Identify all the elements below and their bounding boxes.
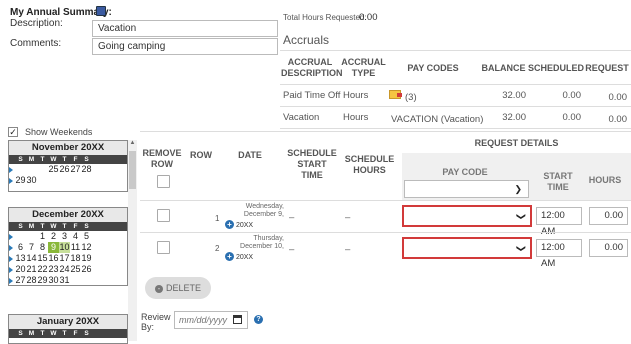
delete-button[interactable]: - DELETE bbox=[145, 277, 211, 299]
total-hours-value: 0.00 bbox=[359, 12, 378, 23]
accrual-row1-pay-code[interactable]: (3) bbox=[405, 92, 417, 103]
calendar-week[interactable]: 12345 bbox=[9, 231, 127, 242]
row-number: 1 bbox=[215, 214, 220, 223]
calendar-december-title: December 20XX bbox=[9, 208, 127, 222]
pay-code-select[interactable]: ❯ bbox=[402, 237, 532, 259]
hours-header: HOURS bbox=[588, 175, 622, 185]
row-date-year: + 20XX bbox=[225, 252, 253, 262]
request-header: REQUEST bbox=[585, 63, 629, 73]
accrual-row1-request: 0.00 bbox=[608, 92, 628, 103]
comments-input[interactable]: Going camping bbox=[92, 38, 278, 55]
accruals-title: Accruals bbox=[283, 33, 330, 47]
accrual-type-header: ACCRUAL TYPE bbox=[341, 57, 386, 78]
calendar-week[interactable]: 6 7 8 9 10 11 12 bbox=[9, 242, 127, 253]
accrual-row1-description: Paid Time Off bbox=[283, 90, 341, 101]
request-details-header: REQUEST DETAILS bbox=[474, 138, 559, 148]
schedule-hours-header: SCHEDULE HOURS bbox=[344, 154, 395, 175]
schedule-start-header: SCHEDULE START TIME bbox=[287, 148, 337, 180]
row-date-year: + 20XX bbox=[225, 220, 253, 230]
calendar-week[interactable]: 29 30 bbox=[9, 175, 127, 186]
pay-codes-header: PAY CODES bbox=[407, 63, 459, 73]
calendar-dow-row: SMTWTFS bbox=[9, 329, 127, 338]
help-icon[interactable]: ? bbox=[254, 315, 263, 324]
pay-code-header: PAY CODE bbox=[442, 167, 488, 177]
calendar-november-title: November 20XX bbox=[9, 141, 127, 155]
description-input[interactable]: Vacation bbox=[92, 20, 278, 37]
description-label: Description: bbox=[10, 18, 63, 29]
minus-circle-icon: - bbox=[154, 284, 163, 293]
review-by-label: Review By: bbox=[141, 312, 171, 332]
accrual-row2-description: Vacation bbox=[283, 112, 320, 123]
calendar-dow-row: SMTWTFS bbox=[9, 222, 127, 231]
calendar-icon[interactable] bbox=[96, 6, 106, 16]
calendar-dow-row: SMTWTFS bbox=[9, 155, 127, 164]
calendar-january-title: January 20XX bbox=[9, 315, 127, 329]
remove-row-header: REMOVE ROW bbox=[142, 148, 182, 169]
balance-header: BALANCE bbox=[481, 63, 526, 73]
hours-input[interactable]: 0.00 bbox=[589, 207, 628, 225]
start-time-input[interactable]: 12:00 AM bbox=[536, 239, 582, 269]
calendar-january: January 20XX SMTWTFS bbox=[8, 314, 128, 344]
row-number: 2 bbox=[215, 244, 220, 253]
total-hours-label: Total Hours Requested: bbox=[283, 13, 367, 22]
hours-input[interactable]: 0.00 bbox=[589, 239, 628, 257]
calendar-week[interactable]: 20 21 22 23 24 25 26 bbox=[9, 264, 127, 275]
calendar-week[interactable]: 13 14 15 16 17 18 19 bbox=[9, 253, 127, 264]
start-time-input[interactable]: 12:00 AM bbox=[536, 207, 582, 237]
comments-label: Comments: bbox=[10, 38, 62, 49]
remove-all-checkbox[interactable] bbox=[157, 175, 170, 188]
schedule-hours-value: – bbox=[345, 244, 351, 255]
calendar-scrollbar[interactable]: ▲ bbox=[128, 140, 137, 341]
remove-row-checkbox[interactable] bbox=[157, 241, 170, 254]
schedule-hours-value: – bbox=[345, 212, 351, 223]
calendar-week[interactable]: 25 26 27 28 bbox=[9, 164, 127, 175]
calendar-december: December 20XX SMTWTFS 12345 6 7 8 9 10 11 12 1… bbox=[8, 207, 128, 286]
show-weekends-checkbox[interactable]: ✓ bbox=[8, 127, 18, 137]
scheduled-header: SCHEDULED bbox=[528, 63, 585, 73]
folder-icon bbox=[389, 90, 402, 99]
calendar-day-selected: 9 bbox=[48, 242, 59, 253]
start-time-header: START TIME bbox=[543, 171, 573, 192]
accrual-row2-pay-code: VACATION (Vacation) bbox=[391, 114, 484, 125]
row-date: Thursday, December 10, bbox=[240, 235, 284, 250]
row-header: ROW bbox=[190, 150, 212, 160]
accrual-description-header: ACCRUAL DESCRIPTION bbox=[281, 57, 343, 78]
add-row-icon[interactable]: + bbox=[225, 220, 234, 229]
accrual-row2-type: Hours bbox=[343, 112, 369, 123]
date-header: DATE bbox=[238, 150, 262, 160]
row-date: Wednesday, December 9, bbox=[243, 203, 284, 218]
pay-code-select[interactable]: ❯ bbox=[402, 205, 532, 227]
pay-code-filter-select[interactable]: ❯ bbox=[404, 180, 529, 198]
calendar-picker-icon[interactable] bbox=[233, 315, 242, 324]
calendar-day-selected: 10 bbox=[59, 242, 70, 253]
accrual-row2-request: 0.00 bbox=[608, 114, 628, 125]
calendar-november: November 20XX SMTWTFS 25 26 27 28 29 30 bbox=[8, 140, 128, 192]
accrual-row1-type: Hours bbox=[343, 90, 369, 101]
accrual-row1-balance: 32.00 bbox=[502, 90, 526, 101]
accrual-row2-balance: 32.00 bbox=[502, 112, 526, 123]
show-weekends-label: Show Weekends bbox=[25, 127, 93, 137]
schedule-start-value: – bbox=[289, 212, 295, 223]
remove-row-checkbox[interactable] bbox=[157, 209, 170, 222]
schedule-start-value: – bbox=[289, 244, 295, 255]
accrual-row2-scheduled: 0.00 bbox=[562, 112, 582, 123]
calendar-week[interactable]: 27 28 29 30 31 bbox=[9, 275, 127, 286]
add-row-icon[interactable]: + bbox=[225, 252, 234, 261]
accrual-row1-scheduled: 0.00 bbox=[562, 90, 582, 101]
